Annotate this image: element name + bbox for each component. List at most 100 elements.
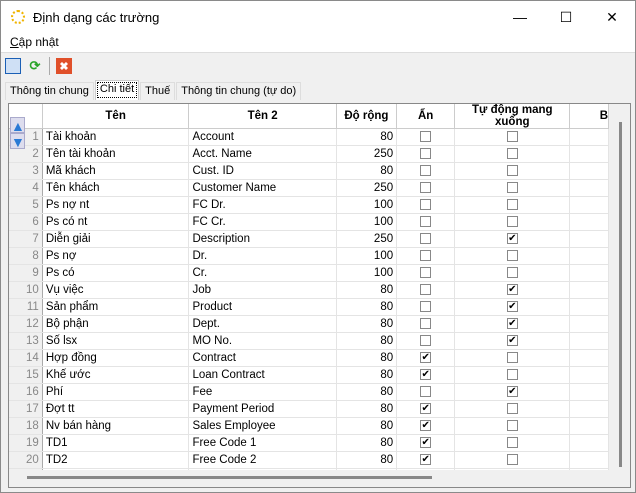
cell-width[interactable]: 80 [336, 468, 398, 470]
table-row[interactable]: 6 Ps có nt FC Cr. 100 [9, 213, 609, 231]
table-row[interactable]: 15 Khế ước Loan Contract 80 ✔ [9, 366, 609, 384]
cell-name2[interactable]: Free Code 3 [188, 468, 337, 470]
auto-carry-checkbox[interactable]: ✔ [506, 318, 518, 330]
move-up-icon[interactable]: ▲ [10, 117, 25, 134]
cell-name2[interactable]: Job [188, 281, 337, 299]
cell-name[interactable]: Hợp đồng [42, 349, 190, 367]
cell-name[interactable]: Ps nợ [42, 247, 190, 265]
vertical-scrollbar[interactable] [619, 122, 622, 467]
cell-b[interactable] [569, 230, 609, 248]
cell-b[interactable] [569, 315, 609, 333]
hidden-checkbox[interactable]: ✔ [420, 454, 432, 466]
row-number[interactable]: 12 [9, 315, 43, 333]
cell-name2[interactable]: Dr. [188, 247, 337, 265]
cell-b[interactable] [569, 247, 609, 265]
auto-carry-checkbox[interactable] [506, 148, 518, 160]
cell-width[interactable]: 80 [336, 366, 398, 384]
cell-name[interactable]: Số lsx [42, 332, 190, 350]
row-number[interactable]: 20 [9, 451, 43, 469]
column-header-width[interactable]: Độ rộng [336, 104, 398, 129]
cell-name2[interactable]: Contract [188, 349, 337, 367]
cell-width[interactable]: 80 [336, 281, 398, 299]
cell-name[interactable]: Nv bán hàng [42, 417, 190, 435]
auto-carry-checkbox[interactable] [506, 369, 518, 381]
hidden-checkbox[interactable] [420, 318, 432, 330]
tab-tax[interactable]: Thuế [140, 82, 176, 100]
table-row[interactable]: 13 Số lsx MO No. 80 ✔ [9, 332, 609, 350]
cell-b[interactable] [569, 145, 609, 163]
cell-name[interactable]: Đợt tt [42, 400, 190, 418]
row-number[interactable]: 15 [9, 366, 43, 384]
hidden-checkbox[interactable]: ✔ [420, 369, 432, 381]
hidden-checkbox[interactable] [420, 284, 432, 296]
auto-carry-checkbox[interactable] [506, 250, 518, 262]
cell-name[interactable]: TD1 [42, 434, 190, 452]
cell-name[interactable]: Mã khách [42, 162, 190, 180]
cell-width[interactable]: 80 [336, 162, 398, 180]
cell-name[interactable]: Bộ phận [42, 315, 190, 333]
hidden-checkbox[interactable] [420, 250, 432, 262]
row-number[interactable]: 3 [9, 162, 43, 180]
table-row[interactable]: 3 Mã khách Cust. ID 80 [9, 162, 609, 180]
hidden-checkbox[interactable] [420, 199, 432, 211]
table-row[interactable]: 17 Đợt tt Payment Period 80 ✔ [9, 400, 609, 418]
cell-name[interactable]: Diễn giải [42, 230, 190, 248]
cell-name2[interactable]: Customer Name [188, 179, 337, 197]
row-number[interactable]: 21 [9, 468, 43, 470]
cell-b[interactable] [569, 128, 609, 146]
cell-width[interactable]: 80 [336, 315, 398, 333]
cell-name[interactable]: Sản phẩm [42, 298, 190, 316]
table-row[interactable]: 11 Sản phẩm Product 80 ✔ [9, 298, 609, 316]
table-row[interactable]: 2 Tên tài khoản Acct. Name 250 [9, 145, 609, 163]
table-row[interactable]: 20 TD2 Free Code 2 80 ✔ [9, 451, 609, 469]
cell-name[interactable]: TD2 [42, 451, 190, 469]
delete-icon[interactable]: ✖ [56, 58, 72, 74]
cell-width[interactable]: 80 [336, 128, 398, 146]
cell-name[interactable]: Ps có nt [42, 213, 190, 231]
cell-name2[interactable]: Product [188, 298, 337, 316]
table-row[interactable]: 4 Tên khách Customer Name 250 [9, 179, 609, 197]
cell-name[interactable]: Ps nợ nt [42, 196, 190, 214]
cell-b[interactable] [569, 434, 609, 452]
auto-carry-checkbox[interactable] [506, 165, 518, 177]
auto-carry-checkbox[interactable]: ✔ [506, 335, 518, 347]
auto-carry-checkbox[interactable] [506, 352, 518, 364]
cell-name2[interactable]: Cr. [188, 264, 337, 282]
cell-width[interactable]: 80 [336, 400, 398, 418]
table-row[interactable]: 18 Nv bán hàng Sales Employee 80 ✔ [9, 417, 609, 435]
table-row[interactable]: 9 Ps có Cr. 100 [9, 264, 609, 282]
cell-width[interactable]: 80 [336, 383, 398, 401]
cell-name2[interactable]: Loan Contract [188, 366, 337, 384]
row-number[interactable]: 10 [9, 281, 43, 299]
cell-b[interactable] [569, 179, 609, 197]
cell-name2[interactable]: Free Code 1 [188, 434, 337, 452]
horizontal-scrollbar[interactable] [27, 476, 432, 479]
auto-carry-checkbox[interactable] [506, 420, 518, 432]
cell-b[interactable] [569, 451, 609, 469]
cell-width[interactable]: 80 [336, 349, 398, 367]
auto-carry-checkbox[interactable] [506, 403, 518, 415]
row-number[interactable]: 16 [9, 383, 43, 401]
cell-b[interactable] [569, 332, 609, 350]
auto-carry-checkbox[interactable]: ✔ [506, 284, 518, 296]
row-number[interactable]: 9 [9, 264, 43, 282]
cell-name[interactable]: Phí [42, 383, 190, 401]
cell-name[interactable]: TD3 [42, 468, 190, 470]
hidden-checkbox[interactable] [420, 216, 432, 228]
cell-width[interactable]: 250 [336, 179, 398, 197]
auto-carry-checkbox[interactable] [506, 182, 518, 194]
hidden-checkbox[interactable]: ✔ [420, 420, 432, 432]
cell-name2[interactable]: Account [188, 128, 337, 146]
table-row[interactable]: 1 Tài khoản Account 80 [9, 128, 609, 146]
cell-name[interactable]: Tài khoản [42, 128, 190, 146]
cell-name2[interactable]: Cust. ID [188, 162, 337, 180]
hidden-checkbox[interactable]: ✔ [420, 437, 432, 449]
row-number[interactable]: 18 [9, 417, 43, 435]
cell-name[interactable]: Vụ việc [42, 281, 190, 299]
row-number[interactable]: 13 [9, 332, 43, 350]
cell-b[interactable] [569, 264, 609, 282]
cell-name2[interactable]: Sales Employee [188, 417, 337, 435]
table-row[interactable]: 19 TD1 Free Code 1 80 ✔ [9, 434, 609, 452]
cell-name2[interactable]: Payment Period [188, 400, 337, 418]
auto-carry-checkbox[interactable] [506, 437, 518, 449]
